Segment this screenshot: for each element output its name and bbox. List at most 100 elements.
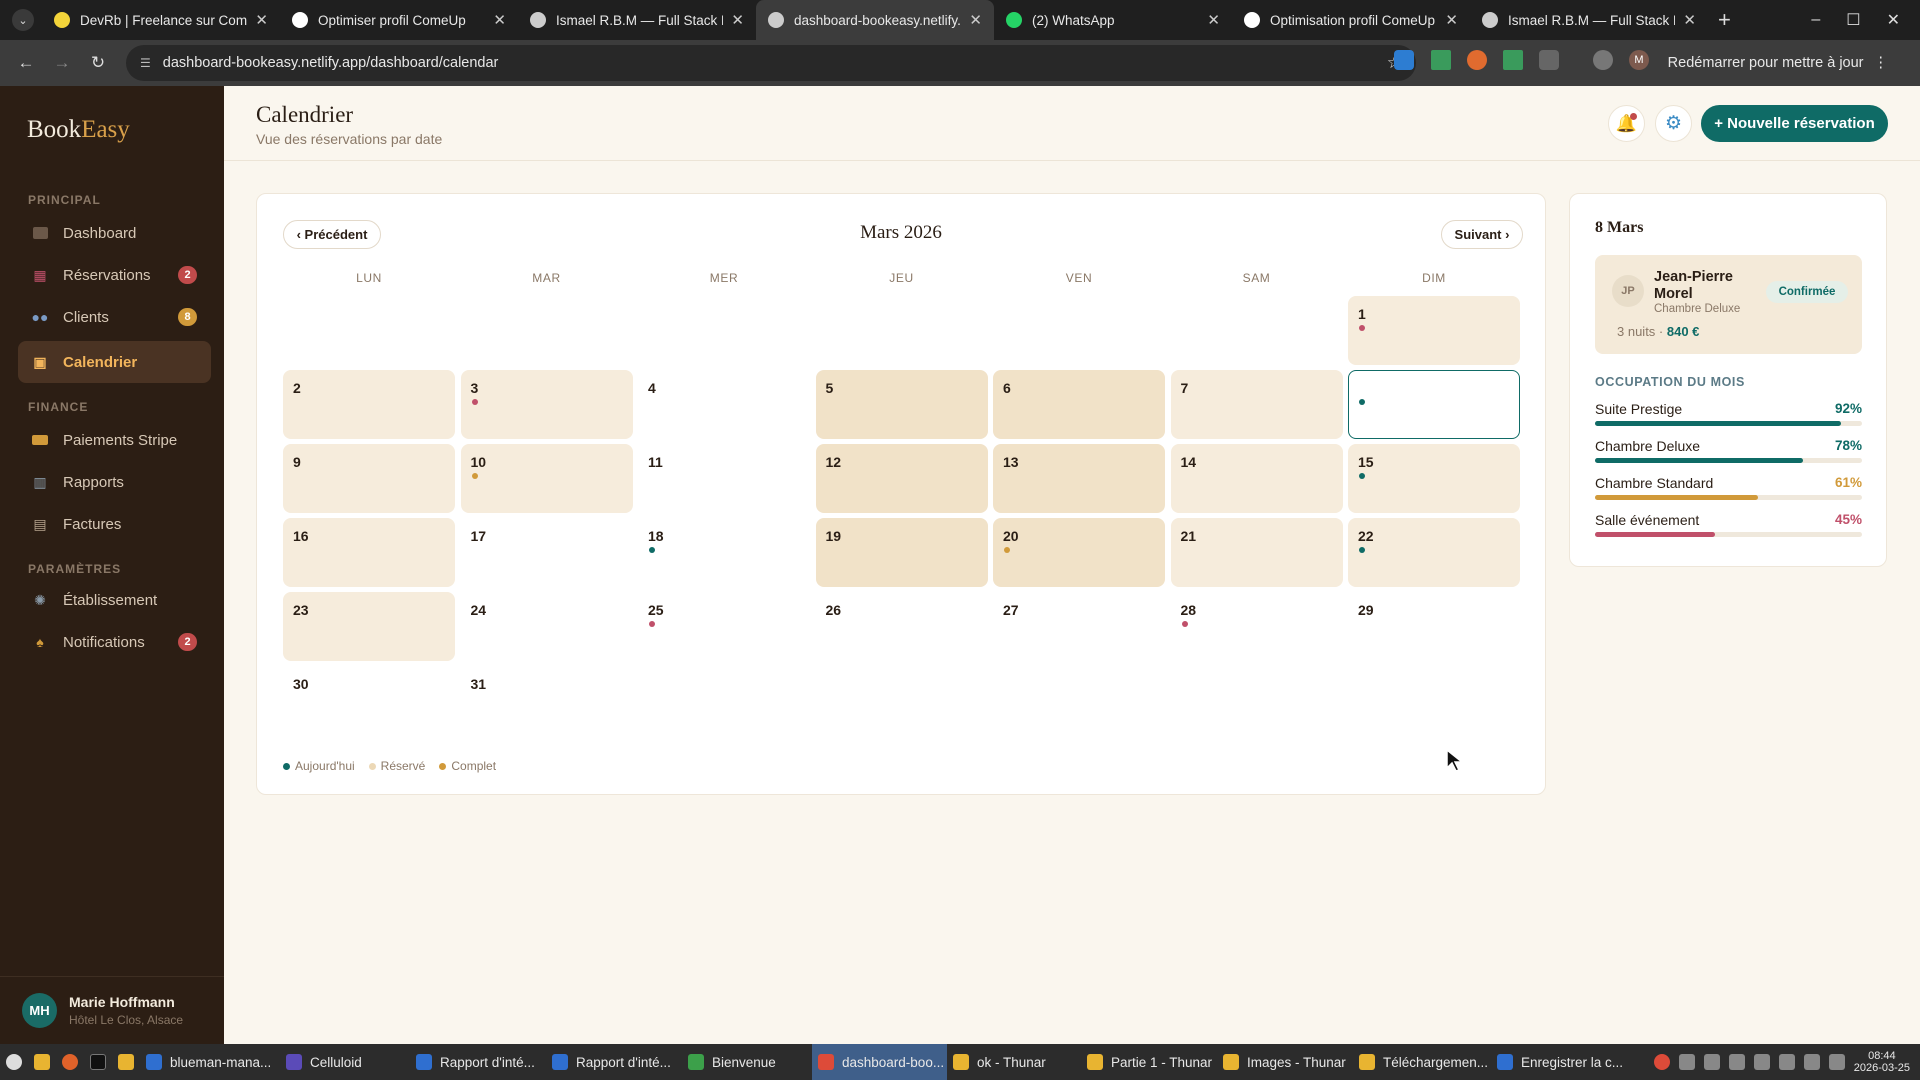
- calendar-day-cell[interactable]: 2: [283, 370, 455, 439]
- shield-icon[interactable]: [1753, 1054, 1770, 1070]
- url-field[interactable]: ☰ dashboard-bookeasy.netlify.app/dashboa…: [126, 45, 1416, 81]
- forward-icon[interactable]: →: [44, 53, 80, 73]
- taskbar-window-button[interactable]: Rapport d'inté...: [546, 1044, 682, 1080]
- calendar-day-cell[interactable]: 17: [461, 518, 633, 587]
- sidebar-item-reservations[interactable]: ▦ Réservations 2: [18, 254, 211, 296]
- site-info-icon[interactable]: ☰: [140, 56, 151, 70]
- settings-gear-icon[interactable]: ⚙: [1655, 105, 1692, 142]
- calendar-day-cell[interactable]: 26: [816, 592, 988, 661]
- calendar-day-cell[interactable]: 3: [460, 370, 633, 439]
- close-tab-icon[interactable]: ✕: [969, 11, 982, 29]
- calendar-day-cell[interactable]: 1: [1348, 296, 1520, 365]
- browser-tab[interactable]: DevRb | Freelance sur ComeUp ✕: [42, 0, 280, 40]
- calendar-day-cell[interactable]: 13: [993, 444, 1165, 513]
- calendar-day-cell[interactable]: 8: [1348, 370, 1520, 439]
- sidebar-item-etablissement[interactable]: ✺ Établissement: [18, 579, 211, 621]
- notifications-off-icon[interactable]: [1703, 1054, 1720, 1070]
- extension-icon[interactable]: [1431, 50, 1451, 70]
- close-tab-icon[interactable]: ✕: [731, 11, 744, 29]
- taskbar-window-button[interactable]: blueman-mana...: [140, 1044, 280, 1080]
- browser-tab[interactable]: Ismael R.B.M — Full Stack Dev ✕: [518, 0, 756, 40]
- taskbar-window-button[interactable]: Téléchargemen...: [1353, 1044, 1491, 1080]
- taskbar-window-button[interactable]: Bienvenue: [682, 1044, 812, 1080]
- download-icon[interactable]: [1593, 50, 1613, 70]
- sidebar-item-paiements-stripe[interactable]: Paiements Stripe: [18, 419, 211, 461]
- firefox-icon[interactable]: [56, 1044, 84, 1080]
- maximize-icon[interactable]: ☐: [1846, 10, 1860, 30]
- calendar-day-cell[interactable]: 7: [1170, 370, 1343, 439]
- sidebar-item-rapports[interactable]: ▥ Rapports: [18, 461, 211, 503]
- browser-tab[interactable]: dashboard-bookeasy.netlify.app ✕: [756, 0, 994, 40]
- close-tab-icon[interactable]: ✕: [493, 11, 506, 29]
- browser-tab[interactable]: Optimiser profil ComeUp ✕: [280, 0, 518, 40]
- browser-tab[interactable]: Optimisation profil ComeUp ✕: [1232, 0, 1470, 40]
- minimize-icon[interactable]: –: [1811, 11, 1820, 29]
- close-window-icon[interactable]: ✕: [1887, 10, 1900, 30]
- sidebar-item-clients[interactable]: ●● Clients 8: [18, 296, 211, 338]
- taskbar-window-button[interactable]: Images - Thunar: [1217, 1044, 1353, 1080]
- terminal-icon[interactable]: [84, 1044, 112, 1080]
- sidebar-item-dashboard[interactable]: Dashboard: [18, 212, 211, 254]
- calendar-day-cell[interactable]: 22: [1348, 518, 1520, 587]
- taskbar-window-button[interactable]: dashboard-boo...: [812, 1044, 947, 1080]
- extension-icon[interactable]: [1394, 50, 1414, 70]
- close-tab-icon[interactable]: ✕: [1445, 11, 1458, 29]
- calendar-day-cell[interactable]: 6: [993, 370, 1165, 439]
- sidebar-item-factures[interactable]: ▤ Factures: [18, 503, 211, 545]
- calendar-day-cell[interactable]: 9: [283, 444, 455, 513]
- start-menu-icon[interactable]: [0, 1044, 28, 1080]
- restart-update-button[interactable]: Redémarrer pour mettre à jour ⋮: [1650, 45, 1906, 81]
- calendar-day-cell[interactable]: 24: [461, 592, 633, 661]
- calendar-day-cell[interactable]: 16: [283, 518, 455, 587]
- user-profile[interactable]: MH Marie Hoffmann Hôtel Le Clos, Alsace: [0, 976, 224, 1044]
- taskbar-window-button[interactable]: Celluloid: [280, 1044, 410, 1080]
- back-icon[interactable]: ←: [8, 53, 44, 73]
- volume-icon[interactable]: [1828, 1054, 1845, 1070]
- clipboard-icon[interactable]: [1728, 1054, 1745, 1070]
- close-tab-icon[interactable]: ✕: [255, 11, 268, 29]
- calendar-day-cell[interactable]: 15: [1348, 444, 1520, 513]
- reservation-card[interactable]: JP Jean-Pierre Morel Chambre Deluxe Conf…: [1595, 255, 1862, 354]
- calendar-day-cell[interactable]: 4: [638, 370, 810, 439]
- calendar-day-cell[interactable]: 21: [1170, 518, 1343, 587]
- sidebar-item-notifications[interactable]: ♠ Notifications 2: [18, 621, 211, 663]
- clock[interactable]: 08:44 2026-03-25: [1854, 1050, 1910, 1074]
- wifi-icon[interactable]: [1778, 1054, 1795, 1070]
- calendar-day-cell[interactable]: 30: [283, 666, 455, 735]
- browser-tab[interactable]: (2) WhatsApp ✕: [994, 0, 1232, 40]
- taskbar-window-button[interactable]: Rapport d'inté...: [410, 1044, 546, 1080]
- close-tab-icon[interactable]: ✕: [1207, 11, 1220, 29]
- calendar-day-cell[interactable]: 27: [993, 592, 1165, 661]
- calendar-day-cell[interactable]: 25: [638, 592, 810, 661]
- calendar-day-cell[interactable]: 28: [1171, 592, 1343, 661]
- taskbar-window-button[interactable]: Enregistrer la c...: [1491, 1044, 1631, 1080]
- calendar-day-cell[interactable]: 20: [993, 518, 1165, 587]
- calendar-day-cell[interactable]: 5: [815, 370, 988, 439]
- pencil-extension-icon[interactable]: [1467, 50, 1487, 70]
- new-reservation-button[interactable]: + Nouvelle réservation: [1701, 105, 1888, 142]
- taskbar-window-button[interactable]: ok - Thunar: [947, 1044, 1081, 1080]
- next-month-button[interactable]: Suivant ›: [1441, 220, 1523, 249]
- new-tab-icon[interactable]: +: [1718, 7, 1731, 33]
- calendar-day-cell[interactable]: 31: [461, 666, 633, 735]
- reload-icon[interactable]: ↻: [80, 53, 116, 73]
- close-tab-icon[interactable]: ✕: [1683, 11, 1696, 29]
- calendar-day-cell[interactable]: 19: [815, 518, 988, 587]
- browser-tab[interactable]: Ismael R.B.M — Full Stack Dev ✕: [1470, 0, 1708, 40]
- calendar-day-cell[interactable]: 14: [1170, 444, 1343, 513]
- puzzle-icon[interactable]: [1539, 50, 1559, 70]
- calendar-day-cell[interactable]: 18: [638, 518, 810, 587]
- sidebar-item-calendrier[interactable]: ▣ Calendrier: [18, 341, 211, 383]
- folder-icon[interactable]: [112, 1044, 140, 1080]
- calendar-day-cell[interactable]: 10: [460, 444, 633, 513]
- file-manager-icon[interactable]: [28, 1044, 56, 1080]
- calendar-day-cell[interactable]: 23: [283, 592, 455, 661]
- profile-avatar[interactable]: M: [1629, 50, 1649, 70]
- chrome-tray-icon[interactable]: [1653, 1054, 1670, 1070]
- taskbar-window-button[interactable]: Partie 1 - Thunar: [1081, 1044, 1217, 1080]
- calendar-day-cell[interactable]: 29: [1348, 592, 1520, 661]
- bluetooth-icon[interactable]: [1678, 1054, 1695, 1070]
- battery-icon[interactable]: [1803, 1054, 1820, 1070]
- tab-search-icon[interactable]: ⌄: [12, 9, 34, 31]
- calendar-day-cell[interactable]: 11: [638, 444, 810, 513]
